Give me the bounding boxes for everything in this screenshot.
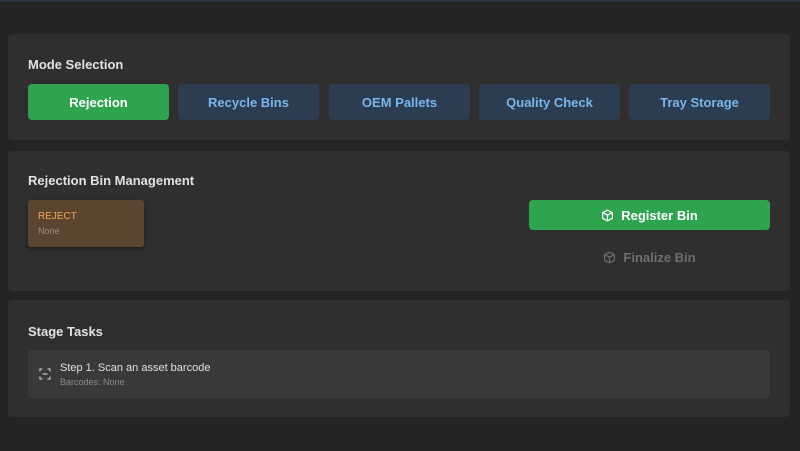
finalize-bin-label: Finalize Bin — [623, 249, 696, 265]
task-item: Step 1. Scan an asset barcode Barcodes: … — [28, 350, 770, 398]
bin-management-panel: Rejection Bin Management REJECT None Reg… — [8, 151, 790, 291]
reject-bin-card: REJECT None — [28, 200, 144, 247]
app-frame: Mode Selection Rejection Recycle Bins OE… — [0, 0, 800, 451]
mode-button-row: Rejection Recycle Bins OEM Pallets Quali… — [28, 84, 770, 120]
mode-selection-title: Mode Selection — [28, 57, 124, 72]
bin-label: REJECT — [38, 211, 77, 222]
mode-button-quality-check[interactable]: Quality Check — [479, 84, 620, 120]
bin-value: None — [38, 226, 60, 236]
bin-management-title: Rejection Bin Management — [28, 173, 195, 188]
task-subtitle: Barcodes: None — [60, 377, 125, 387]
mode-button-recycle-bins[interactable]: Recycle Bins — [178, 84, 319, 120]
mode-button-oem-pallets[interactable]: OEM Pallets — [329, 84, 470, 120]
register-bin-label: Register Bin — [621, 207, 698, 223]
finalize-bin-button[interactable]: Finalize Bin — [529, 242, 770, 272]
stage-tasks-title: Stage Tasks — [28, 324, 103, 339]
mode-selection-panel: Mode Selection Rejection Recycle Bins OE… — [8, 34, 790, 140]
register-bin-button[interactable]: Register Bin — [529, 200, 770, 230]
task-title: Step 1. Scan an asset barcode — [60, 362, 211, 374]
mode-button-tray-storage[interactable]: Tray Storage — [629, 84, 770, 120]
box-icon — [603, 251, 616, 264]
scan-icon — [39, 367, 51, 385]
mode-button-rejection[interactable]: Rejection — [28, 84, 169, 120]
stage-tasks-panel: Stage Tasks Step 1. Scan an asset barcod… — [8, 300, 790, 417]
box-icon — [601, 209, 614, 222]
